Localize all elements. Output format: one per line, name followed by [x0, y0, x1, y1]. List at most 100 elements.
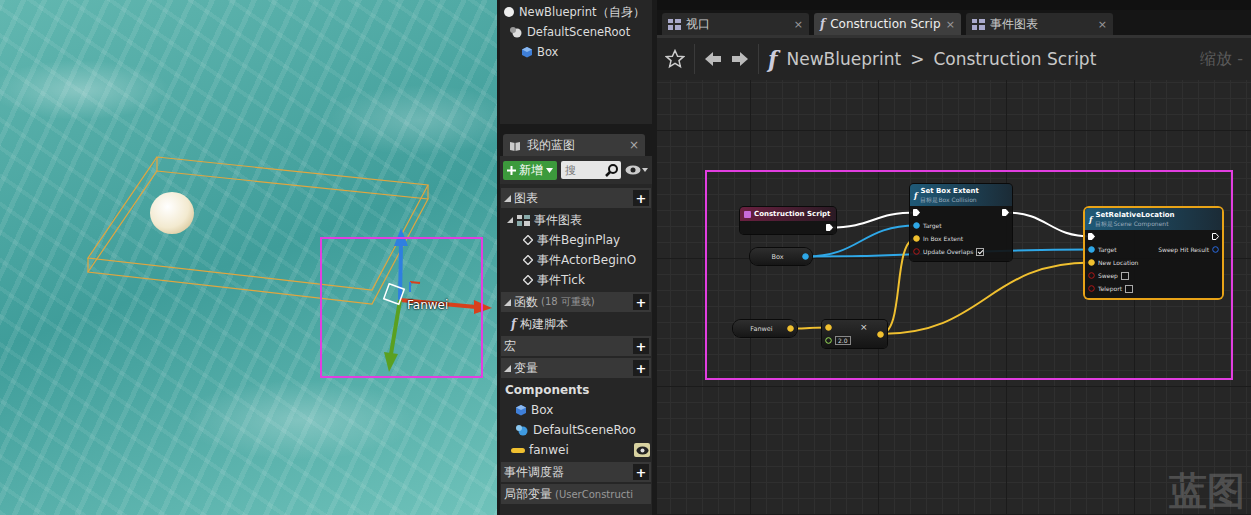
actor-label[interactable]: Fanwei: [407, 298, 448, 312]
section-header[interactable]: 图表+: [501, 188, 651, 208]
actor-icon: [503, 6, 515, 18]
scene-root-icon: [515, 424, 529, 436]
blueprint-item[interactable]: Box: [501, 400, 651, 420]
input-pin[interactable]: Target: [1088, 243, 1138, 256]
section-header[interactable]: 函数(18 可重载)+: [501, 292, 651, 312]
pin-label: Target: [1098, 246, 1117, 253]
graph-node[interactable]: Box: [750, 248, 812, 265]
output-pin[interactable]: [826, 221, 833, 234]
blueprint-editor: FanweiNewBlueprint（自身）DefaultSceneRootBo…: [0, 0, 1251, 515]
my-blueprint-tab[interactable]: 我的蓝图×: [503, 134, 645, 156]
value-field[interactable]: 2.0: [835, 336, 851, 345]
input-pin[interactable]: 2.0: [825, 334, 851, 347]
pin-icon: [1088, 246, 1095, 253]
forward-arrow-icon[interactable]: [731, 50, 749, 68]
expanded-arrow-icon: [504, 195, 511, 202]
graph-node[interactable]: 2.0 ×: [822, 320, 887, 348]
operator-symbol: ×: [860, 320, 868, 348]
add-button[interactable]: +: [633, 338, 649, 354]
blueprint-item[interactable]: f构建脚本: [501, 314, 651, 334]
checkbox[interactable]: [1125, 285, 1133, 293]
input-pin[interactable]: Teleport: [1088, 282, 1138, 295]
close-button[interactable]: ×: [946, 18, 955, 31]
graph-canvas[interactable]: Construction ScriptfSet Box Extent目标是Box…: [657, 80, 1251, 515]
input-pin[interactable]: Update Overlaps: [913, 245, 984, 258]
wire[interactable]: [1006, 213, 1092, 237]
checkbox[interactable]: [976, 248, 984, 256]
search-field[interactable]: 搜: [561, 161, 621, 179]
level-viewport[interactable]: Fanwei: [0, 0, 497, 515]
blueprint-item[interactable]: 事件图表: [501, 210, 651, 230]
item-label: 事件图表: [534, 212, 582, 229]
section-header[interactable]: 事件调度器+: [501, 462, 651, 482]
star-icon[interactable]: [665, 49, 685, 69]
my-blueprint-tabstrip: 我的蓝图×: [500, 128, 652, 156]
grid-icon: [668, 19, 681, 30]
output-pin[interactable]: [787, 322, 794, 335]
input-pin[interactable]: [1088, 230, 1138, 243]
pin-label: Target: [923, 222, 942, 229]
input-pin[interactable]: Target: [913, 219, 984, 232]
close-button[interactable]: ×: [1098, 18, 1107, 31]
close-button[interactable]: ×: [629, 138, 639, 152]
input-pin[interactable]: In Box Extent: [913, 232, 984, 245]
graph-icon: [517, 215, 530, 226]
blueprint-item[interactable]: DefaultSceneRoo: [501, 420, 651, 440]
components-tree: NewBlueprint（自身）DefaultSceneRootBox: [500, 0, 652, 124]
blueprint-item[interactable]: 事件Tick: [501, 270, 651, 290]
input-pin[interactable]: [913, 206, 984, 219]
pin-icon: [1212, 233, 1219, 240]
component-item[interactable]: DefaultSceneRoot: [503, 22, 649, 42]
checkbox[interactable]: [1121, 272, 1129, 280]
add-button[interactable]: +: [633, 190, 649, 206]
item-label: fanwei: [529, 443, 569, 457]
document-tab[interactable]: 视口×: [662, 13, 809, 35]
add-button[interactable]: +: [633, 464, 649, 480]
close-button[interactable]: ×: [794, 18, 803, 31]
blueprint-item[interactable]: 事件BeginPlay: [501, 230, 651, 250]
add-button[interactable]: +: [633, 294, 649, 310]
breadcrumb-item[interactable]: NewBlueprint: [786, 49, 901, 69]
blueprint-item[interactable]: 事件ActorBeginO: [501, 250, 651, 270]
pin-icon: [802, 253, 809, 260]
blueprint-item[interactable]: fanwei: [501, 440, 651, 460]
transform-gizmo-icon[interactable]: [0, 0, 497, 515]
back-arrow-icon[interactable]: [704, 50, 722, 68]
add-new-label: 新增: [519, 163, 543, 178]
document-tab[interactable]: 事件图表×: [966, 13, 1113, 35]
input-pin[interactable]: [825, 321, 851, 334]
separator: [694, 44, 695, 74]
add-button[interactable]: +: [633, 360, 649, 376]
graph-node[interactable]: fSetRelativeLocation目标是Scene ComponentTa…: [1085, 208, 1222, 298]
section-header[interactable]: 变量+: [501, 358, 651, 378]
output-pin[interactable]: [877, 328, 884, 341]
sphere-mesh[interactable]: [150, 192, 194, 234]
input-pin[interactable]: Sweep: [1088, 269, 1138, 282]
add-new-button[interactable]: 新增: [503, 161, 557, 180]
view-options-icon[interactable]: [625, 164, 649, 176]
highlight-frame: [705, 170, 1233, 380]
graph-node[interactable]: fSet Box Extent目标是Box CollisionTargetIn …: [910, 184, 1012, 261]
visibility-toggle[interactable]: [634, 443, 650, 457]
item-label: 事件ActorBeginO: [537, 252, 636, 269]
output-pin[interactable]: [1212, 230, 1219, 243]
breadcrumb-item[interactable]: Construction Script: [933, 49, 1096, 69]
output-pin[interactable]: [802, 250, 809, 263]
box-icon: [521, 46, 533, 58]
pin-icon: [825, 337, 832, 344]
output-pin[interactable]: [1002, 206, 1009, 219]
input-pin[interactable]: New Location: [1088, 256, 1138, 269]
section-header[interactable]: 局部变量(UserConstructi: [501, 484, 651, 504]
pin-icon: [913, 248, 920, 255]
wire[interactable]: [881, 263, 1092, 335]
node-subtitle: 目标是Box Collision: [920, 196, 978, 204]
pin-label: New Location: [1098, 259, 1138, 266]
document-tab[interactable]: fConstruction Scrip×: [814, 13, 961, 35]
component-item[interactable]: NewBlueprint（自身）: [503, 2, 649, 22]
section-header[interactable]: 宏+: [501, 336, 651, 356]
blueprint-item[interactable]: Components: [501, 380, 651, 400]
graph-node[interactable]: Construction Script: [740, 207, 836, 234]
component-item[interactable]: Box: [503, 42, 649, 62]
output-pin[interactable]: Sweep Hit Result: [1158, 243, 1219, 256]
graph-node[interactable]: Fanwei: [733, 320, 797, 337]
